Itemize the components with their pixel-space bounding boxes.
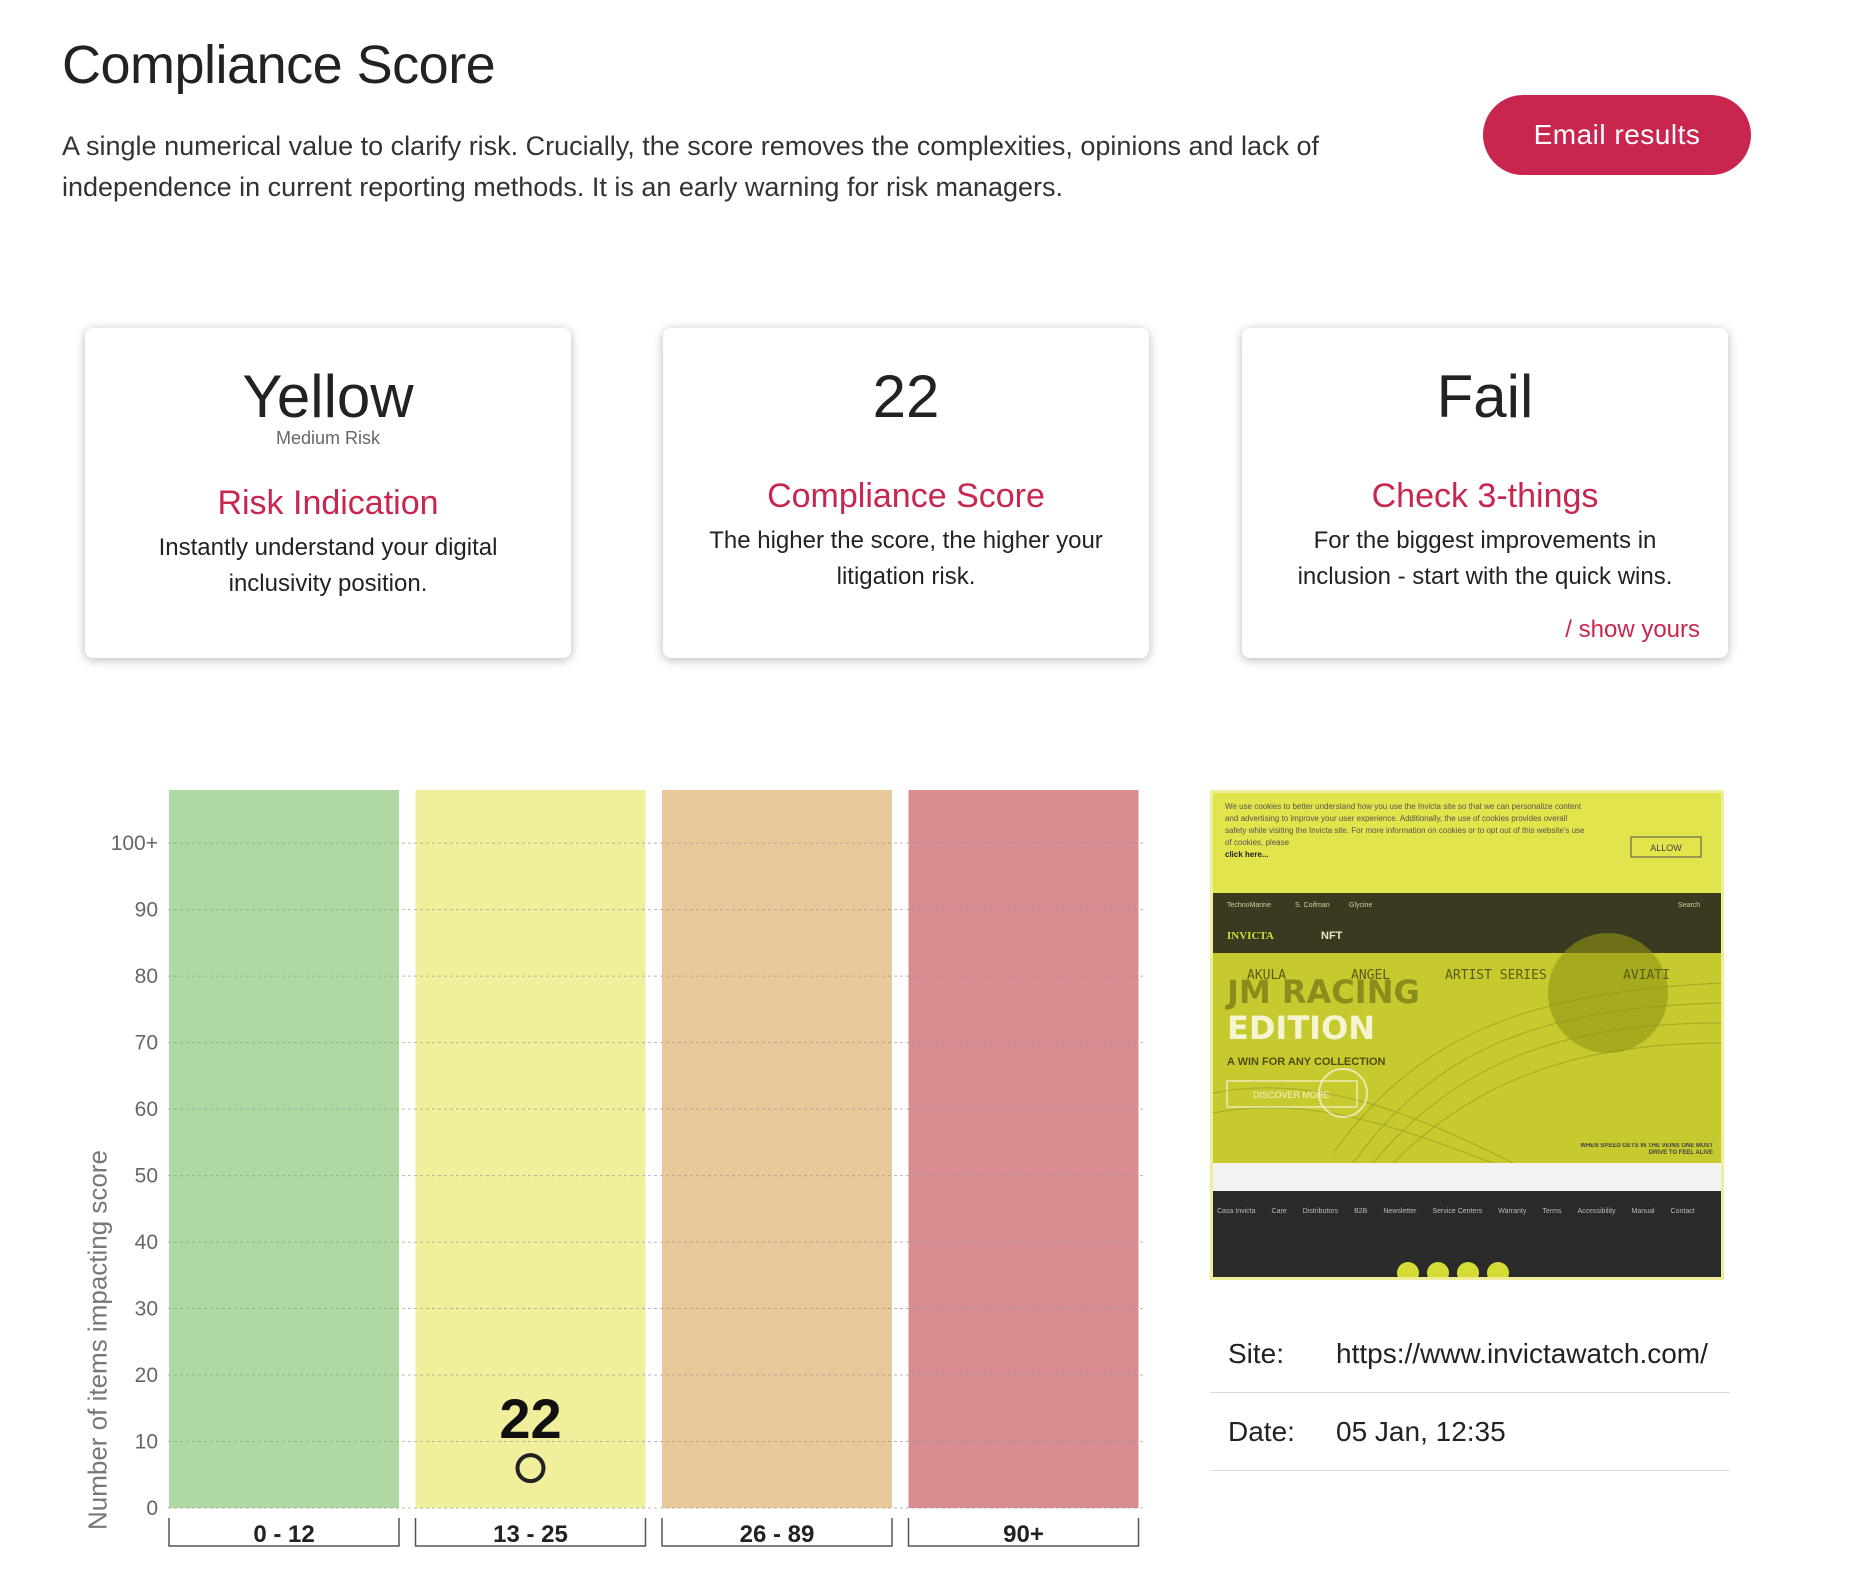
preview-topbar-link: Glycine <box>1349 902 1372 909</box>
preview-footer-link: Warranty <box>1498 1208 1527 1215</box>
chart-band <box>415 790 646 1508</box>
preview-footer-links: Casa Invicta Care Distributors B2B Newslette… <box>1217 1205 1717 1219</box>
date-row: Date: 05 Jan, 12:35 <box>1210 1393 1730 1471</box>
chart-y-tick-label: 90 <box>135 899 158 922</box>
preview-footer-link: Manual <box>1631 1208 1655 1215</box>
compliance-score-heading: Compliance Score <box>767 477 1045 515</box>
chart-band <box>908 790 1139 1508</box>
chart-band <box>662 790 892 1508</box>
preview-search: Search <box>1678 902 1700 909</box>
preview-nav-item: AVIATI <box>1623 968 1670 983</box>
check-things-card: Fail Check 3-things For the biggest impr… <box>1242 328 1728 658</box>
site-value: https://www.invictawatch.com/ <box>1336 1337 1708 1369</box>
risk-level-value: Yellow <box>242 363 414 430</box>
preview-discover-button: DISCOVER MORE <box>1253 1090 1330 1100</box>
chart-y-tick-label: 10 <box>135 1431 158 1454</box>
chart-y-tick-label: 30 <box>135 1298 158 1321</box>
site-label: Site: <box>1228 1337 1285 1369</box>
preview-topbar-link: TechnoMarine <box>1227 902 1271 909</box>
preview-footer-link: Accessibility <box>1577 1208 1616 1215</box>
preview-footer-link: Casa Invicta <box>1217 1208 1256 1215</box>
preview-nft: NFT <box>1321 930 1343 942</box>
preview-footer-link: Contact <box>1670 1208 1695 1215</box>
risk-indication-text: Instantly understand your digital inclus… <box>158 534 498 597</box>
check-things-text: For the biggest improvements in inclusio… <box>1297 527 1673 590</box>
chart-y-tick-label: 20 <box>135 1364 158 1387</box>
chart-y-tick-label: 70 <box>135 1032 158 1055</box>
chart-y-tick-label: 60 <box>135 1098 158 1121</box>
chart-x-tick-label: 90+ <box>1003 1521 1044 1548</box>
preview-nav-item: ANGEL <box>1351 968 1390 983</box>
site-screenshot-preview: We use cookies to better understand how … <box>1210 790 1724 1280</box>
chart-y-tick-label: 50 <box>135 1165 158 1188</box>
site-row: Site: https://www.invictawatch.com/ <box>1210 1315 1730 1393</box>
show-yours-link[interactable]: / show yours <box>1565 616 1700 644</box>
preview-footer-link: Care <box>1271 1208 1287 1215</box>
chart-x-tick-label: 13 - 25 <box>493 1521 568 1548</box>
score-marker-label: 22 <box>499 1387 561 1450</box>
score-marker <box>515 1453 546 1484</box>
risk-level-subtitle: Medium Risk <box>275 428 381 448</box>
preview-nav-item: ARTIST SERIES <box>1445 968 1547 983</box>
chart-band <box>169 790 399 1508</box>
cookie-text: We use cookies to better understand how … <box>1225 802 1585 847</box>
preview-brand: INVICTA <box>1227 930 1274 942</box>
chart-x-bracket <box>414 1518 647 1547</box>
preview-hero-line2: EDITION <box>1227 1009 1375 1047</box>
compliance-score-value: 22 <box>872 363 940 430</box>
pass-fail-value: Fail <box>1436 363 1534 430</box>
chart-x-tick-label: 26 - 89 <box>740 1521 815 1548</box>
cookie-allow-button: ALLOW <box>1650 843 1682 853</box>
compliance-score-card: 22 Compliance Score The higher the score… <box>663 328 1149 658</box>
preview-slogan: WHEN SPEED GETS IN THE VEINS ONE MUST DR… <box>1580 1143 1713 1156</box>
cookie-link: click here... <box>1225 850 1269 859</box>
chart-x-bracket <box>907 1518 1140 1547</box>
chart-y-tick-label: 40 <box>135 1231 158 1254</box>
page-title: Compliance Score <box>62 35 496 95</box>
preview-footer-link: Terms <box>1542 1208 1562 1215</box>
page-description: A single numerical value to clarify risk… <box>62 131 1320 202</box>
check-things-heading: Check 3-things <box>1371 477 1599 515</box>
scan-info-table: Site: https://www.invictawatch.com/ Date… <box>1210 1315 1730 1471</box>
compliance-score-text: The higher the score, the higher your li… <box>709 527 1103 590</box>
preview-footer-link: Service Centers <box>1432 1208 1483 1215</box>
chart-x-tick-label: 0 - 12 <box>253 1521 314 1548</box>
preview-hero-tagline: A WIN FOR ANY COLLECTION <box>1227 1056 1386 1068</box>
preview-topbar-link: S. Coifman <box>1295 902 1330 909</box>
chart-y-axis-label: Number of items impacting score <box>82 1149 113 1531</box>
risk-indication-card: Yellow Medium Risk Risk Indication Insta… <box>85 328 571 658</box>
date-value: 05 Jan, 12:35 <box>1336 1415 1506 1447</box>
preview-footer-link: Newsletter <box>1383 1208 1417 1215</box>
preview-footer-link: B2B <box>1354 1208 1368 1215</box>
chart-y-tick-label: 0 <box>146 1497 158 1520</box>
risk-indication-heading: Risk Indication <box>217 484 439 522</box>
preview-footer-link: Distributors <box>1302 1208 1339 1215</box>
chart-y-tick-label: 100+ <box>111 832 158 855</box>
chart-x-bracket <box>661 1518 893 1547</box>
site-screenshot-image: We use cookies to better understand how … <box>1213 793 1721 1277</box>
preview-nav-item: AKULA <box>1247 968 1286 983</box>
chart-y-tick-label: 80 <box>135 965 158 988</box>
chart-x-bracket <box>168 1518 400 1547</box>
email-results-button[interactable]: Email results <box>1483 95 1751 175</box>
date-label: Date: <box>1228 1415 1295 1447</box>
